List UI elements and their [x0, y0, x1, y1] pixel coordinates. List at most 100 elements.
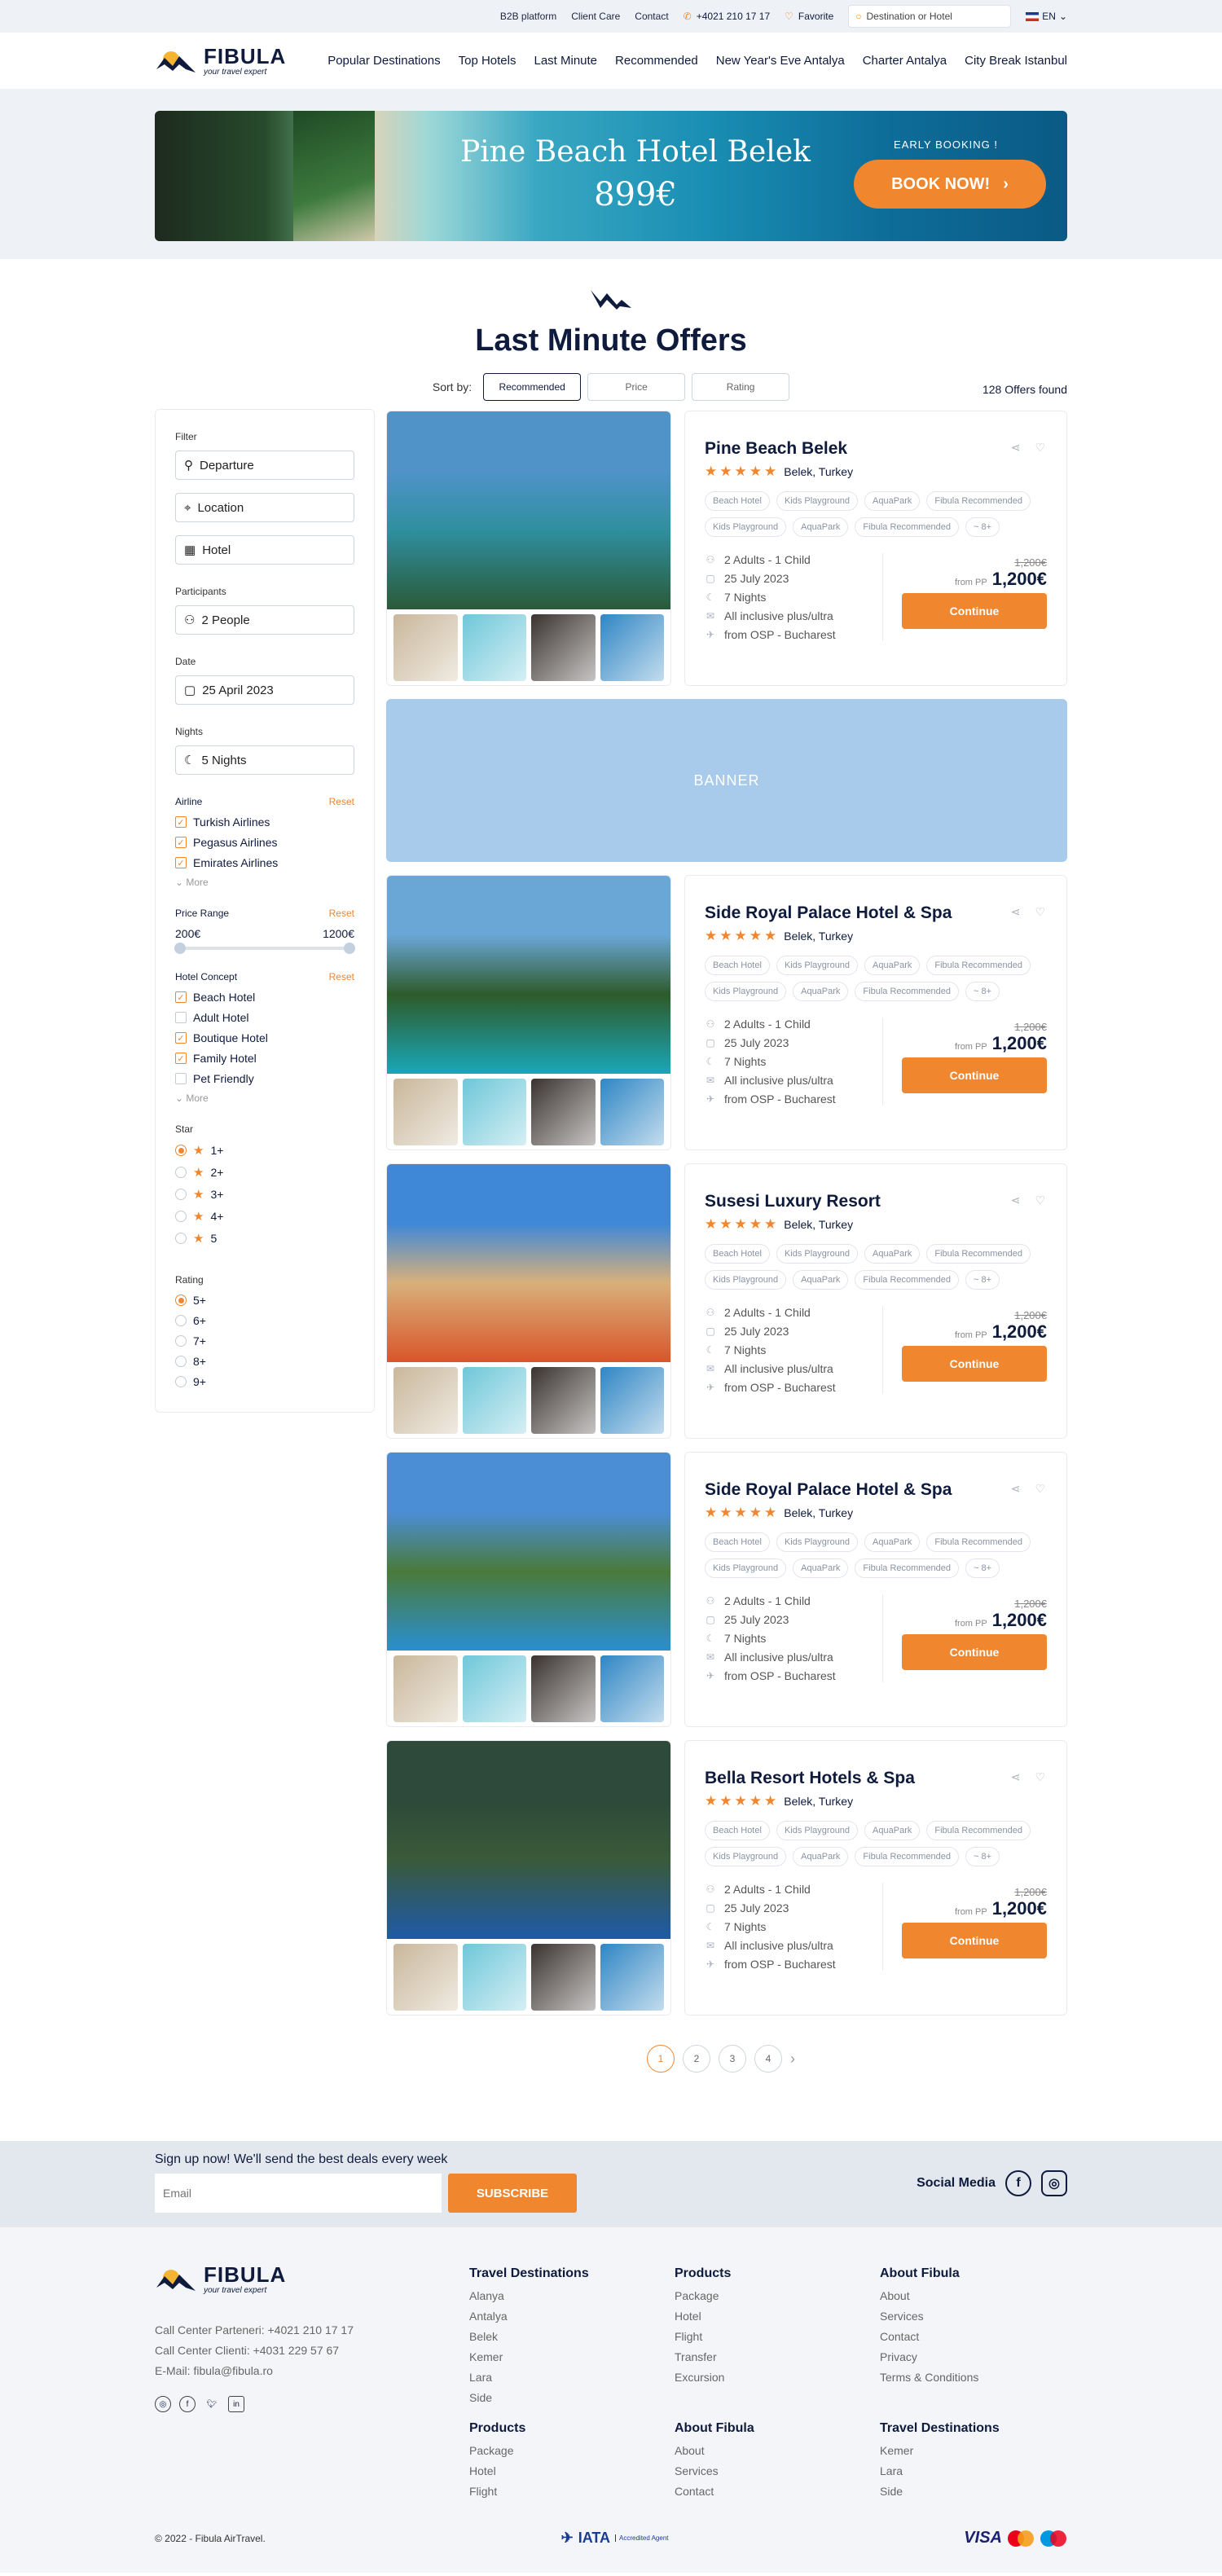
hotel-gallery[interactable]: [386, 411, 671, 686]
hotel-main-photo[interactable]: [387, 876, 670, 1074]
hotel-name[interactable]: Bella Resort Hotels & Spa: [705, 1769, 1047, 1788]
facebook-icon[interactable]: f: [179, 2396, 196, 2412]
page-button[interactable]: 2: [683, 2045, 710, 2073]
airline-more-link[interactable]: ⌄ More: [175, 877, 354, 888]
email-field[interactable]: [155, 2174, 442, 2213]
footer-logo[interactable]: FIBULA your travel expert: [155, 2263, 354, 2296]
star-radio[interactable]: ★ 2+: [175, 1165, 354, 1180]
logo[interactable]: FIBULA your travel expert: [155, 45, 286, 77]
slider-min-handle[interactable]: [174, 943, 186, 954]
nav-last-minute[interactable]: Last Minute: [534, 54, 597, 68]
airline-reset-link[interactable]: Reset: [329, 796, 354, 807]
nav-charter-antalya[interactable]: Charter Antalya: [863, 54, 947, 68]
nav-city-break[interactable]: City Break Istanbul: [965, 54, 1067, 68]
date-field[interactable]: ▢ 25 April 2023: [175, 675, 354, 705]
participants-field[interactable]: ⚇ 2 People: [175, 605, 354, 635]
airline-checkbox[interactable]: ✓ Emirates Airlines: [175, 856, 354, 869]
topbar-link-contact[interactable]: Contact: [635, 11, 668, 22]
hotel-thumbnail[interactable]: [531, 1655, 596, 1722]
book-now-button[interactable]: BOOK NOW! ›: [854, 160, 1046, 209]
hotel-main-photo[interactable]: [387, 1741, 670, 1939]
star-radio[interactable]: ★ 5: [175, 1231, 354, 1246]
price-range-slider[interactable]: [174, 943, 355, 954]
hotel-thumbnail[interactable]: [531, 1079, 596, 1145]
phone-link[interactable]: ✆ +4021 210 17 17: [684, 11, 770, 22]
price-reset-link[interactable]: Reset: [329, 908, 354, 919]
share-icon[interactable]: ⋖: [1011, 905, 1021, 919]
footer-link[interactable]: Flight: [469, 2481, 675, 2502]
page-button[interactable]: 3: [719, 2045, 746, 2073]
hotel-thumbnail[interactable]: [600, 1944, 664, 2011]
hotel-thumbnail[interactable]: [393, 1367, 458, 1434]
subscribe-button[interactable]: SUBSCRIBE: [448, 2174, 577, 2213]
hotel-thumbnail[interactable]: [600, 1655, 664, 1722]
heart-icon[interactable]: ♡: [1035, 1193, 1045, 1207]
heart-icon[interactable]: ♡: [1035, 1482, 1045, 1496]
concept-checkbox[interactable]: Adult Hotel: [175, 1011, 354, 1024]
footer-link[interactable]: Transfer: [675, 2347, 880, 2367]
ad-banner[interactable]: BANNER: [386, 699, 1067, 862]
hotel-thumbnail[interactable]: [600, 1079, 664, 1145]
continue-button[interactable]: Continue: [902, 593, 1047, 629]
hotel-thumbnail[interactable]: [462, 614, 526, 681]
hotel-thumbnail[interactable]: [393, 1655, 458, 1722]
footer-link[interactable]: Hotel: [469, 2461, 675, 2481]
nights-field[interactable]: ☾ 5 Nights: [175, 745, 354, 775]
hotel-gallery[interactable]: [386, 1740, 671, 2016]
footer-link[interactable]: Services: [675, 2461, 880, 2481]
hotel-gallery[interactable]: [386, 1452, 671, 1727]
hotel-thumbnail[interactable]: [462, 1367, 526, 1434]
share-icon[interactable]: ⋖: [1011, 1193, 1021, 1207]
hotel-thumbnail[interactable]: [600, 614, 664, 681]
concept-checkbox[interactable]: Pet Friendly: [175, 1072, 354, 1085]
footer-link[interactable]: Services: [880, 2306, 1075, 2327]
rating-radio[interactable]: 7+: [175, 1334, 354, 1347]
instagram-icon[interactable]: ◎: [155, 2396, 171, 2412]
footer-link[interactable]: Kemer: [469, 2347, 675, 2367]
hotel-thumbnail[interactable]: [393, 1944, 458, 2011]
footer-link[interactable]: Flight: [675, 2327, 880, 2347]
rating-radio[interactable]: 8+: [175, 1355, 354, 1368]
location-field[interactable]: ⌖ Location: [175, 493, 354, 522]
linkedin-icon[interactable]: in: [228, 2396, 244, 2412]
topbar-link-b2b[interactable]: B2B platform: [500, 11, 556, 22]
footer-link[interactable]: Side: [880, 2481, 1075, 2502]
hotel-thumbnail[interactable]: [531, 614, 596, 681]
hotel-thumbnail[interactable]: [393, 1079, 458, 1145]
heart-icon[interactable]: ♡: [1035, 441, 1045, 455]
concept-checkbox[interactable]: ✓ Beach Hotel: [175, 991, 354, 1004]
language-selector[interactable]: EN ⌄: [1026, 11, 1067, 22]
hotel-thumbnail[interactable]: [600, 1367, 664, 1434]
nav-recommended[interactable]: Recommended: [615, 54, 698, 68]
hotel-name[interactable]: Side Royal Palace Hotel & Spa: [705, 1480, 1047, 1500]
hotel-thumbnail[interactable]: [462, 1655, 526, 1722]
footer-link[interactable]: About: [880, 2286, 1075, 2306]
hero-banner[interactable]: Pine Beach Hotel Belek 899€ EARLY BOOKIN…: [155, 111, 1067, 241]
page-button[interactable]: 4: [754, 2045, 782, 2073]
page-button[interactable]: 1: [647, 2045, 675, 2073]
search-input[interactable]: ○ Destination or Hotel: [848, 5, 1012, 28]
rating-radio[interactable]: 6+: [175, 1314, 354, 1327]
hotel-main-photo[interactable]: [387, 1164, 670, 1362]
footer-link[interactable]: Privacy: [880, 2347, 1075, 2367]
instagram-icon[interactable]: ◎: [1041, 2170, 1067, 2196]
continue-button[interactable]: Continue: [902, 1923, 1047, 1958]
heart-icon[interactable]: ♡: [1035, 1770, 1045, 1784]
sort-recommended-button[interactable]: Recommended: [483, 373, 582, 401]
slider-max-handle[interactable]: [344, 943, 355, 954]
hotel-thumbnail[interactable]: [531, 1944, 596, 2011]
footer-link[interactable]: Hotel: [675, 2306, 880, 2327]
footer-link[interactable]: Contact: [880, 2327, 1075, 2347]
rating-radio[interactable]: 9+: [175, 1375, 354, 1388]
share-icon[interactable]: ⋖: [1011, 1482, 1021, 1496]
airline-checkbox[interactable]: ✓ Turkish Airlines: [175, 815, 354, 829]
sort-price-button[interactable]: Price: [587, 373, 686, 401]
star-radio[interactable]: ★ 1+: [175, 1143, 354, 1158]
footer-link[interactable]: Antalya: [469, 2306, 675, 2327]
hotel-field[interactable]: ▦ Hotel: [175, 535, 354, 565]
airline-checkbox[interactable]: ✓ Pegasus Airlines: [175, 836, 354, 849]
footer-link[interactable]: Lara: [880, 2461, 1075, 2481]
hotel-thumbnail[interactable]: [462, 1944, 526, 2011]
star-radio[interactable]: ★ 4+: [175, 1209, 354, 1224]
footer-link[interactable]: Lara: [469, 2367, 675, 2388]
